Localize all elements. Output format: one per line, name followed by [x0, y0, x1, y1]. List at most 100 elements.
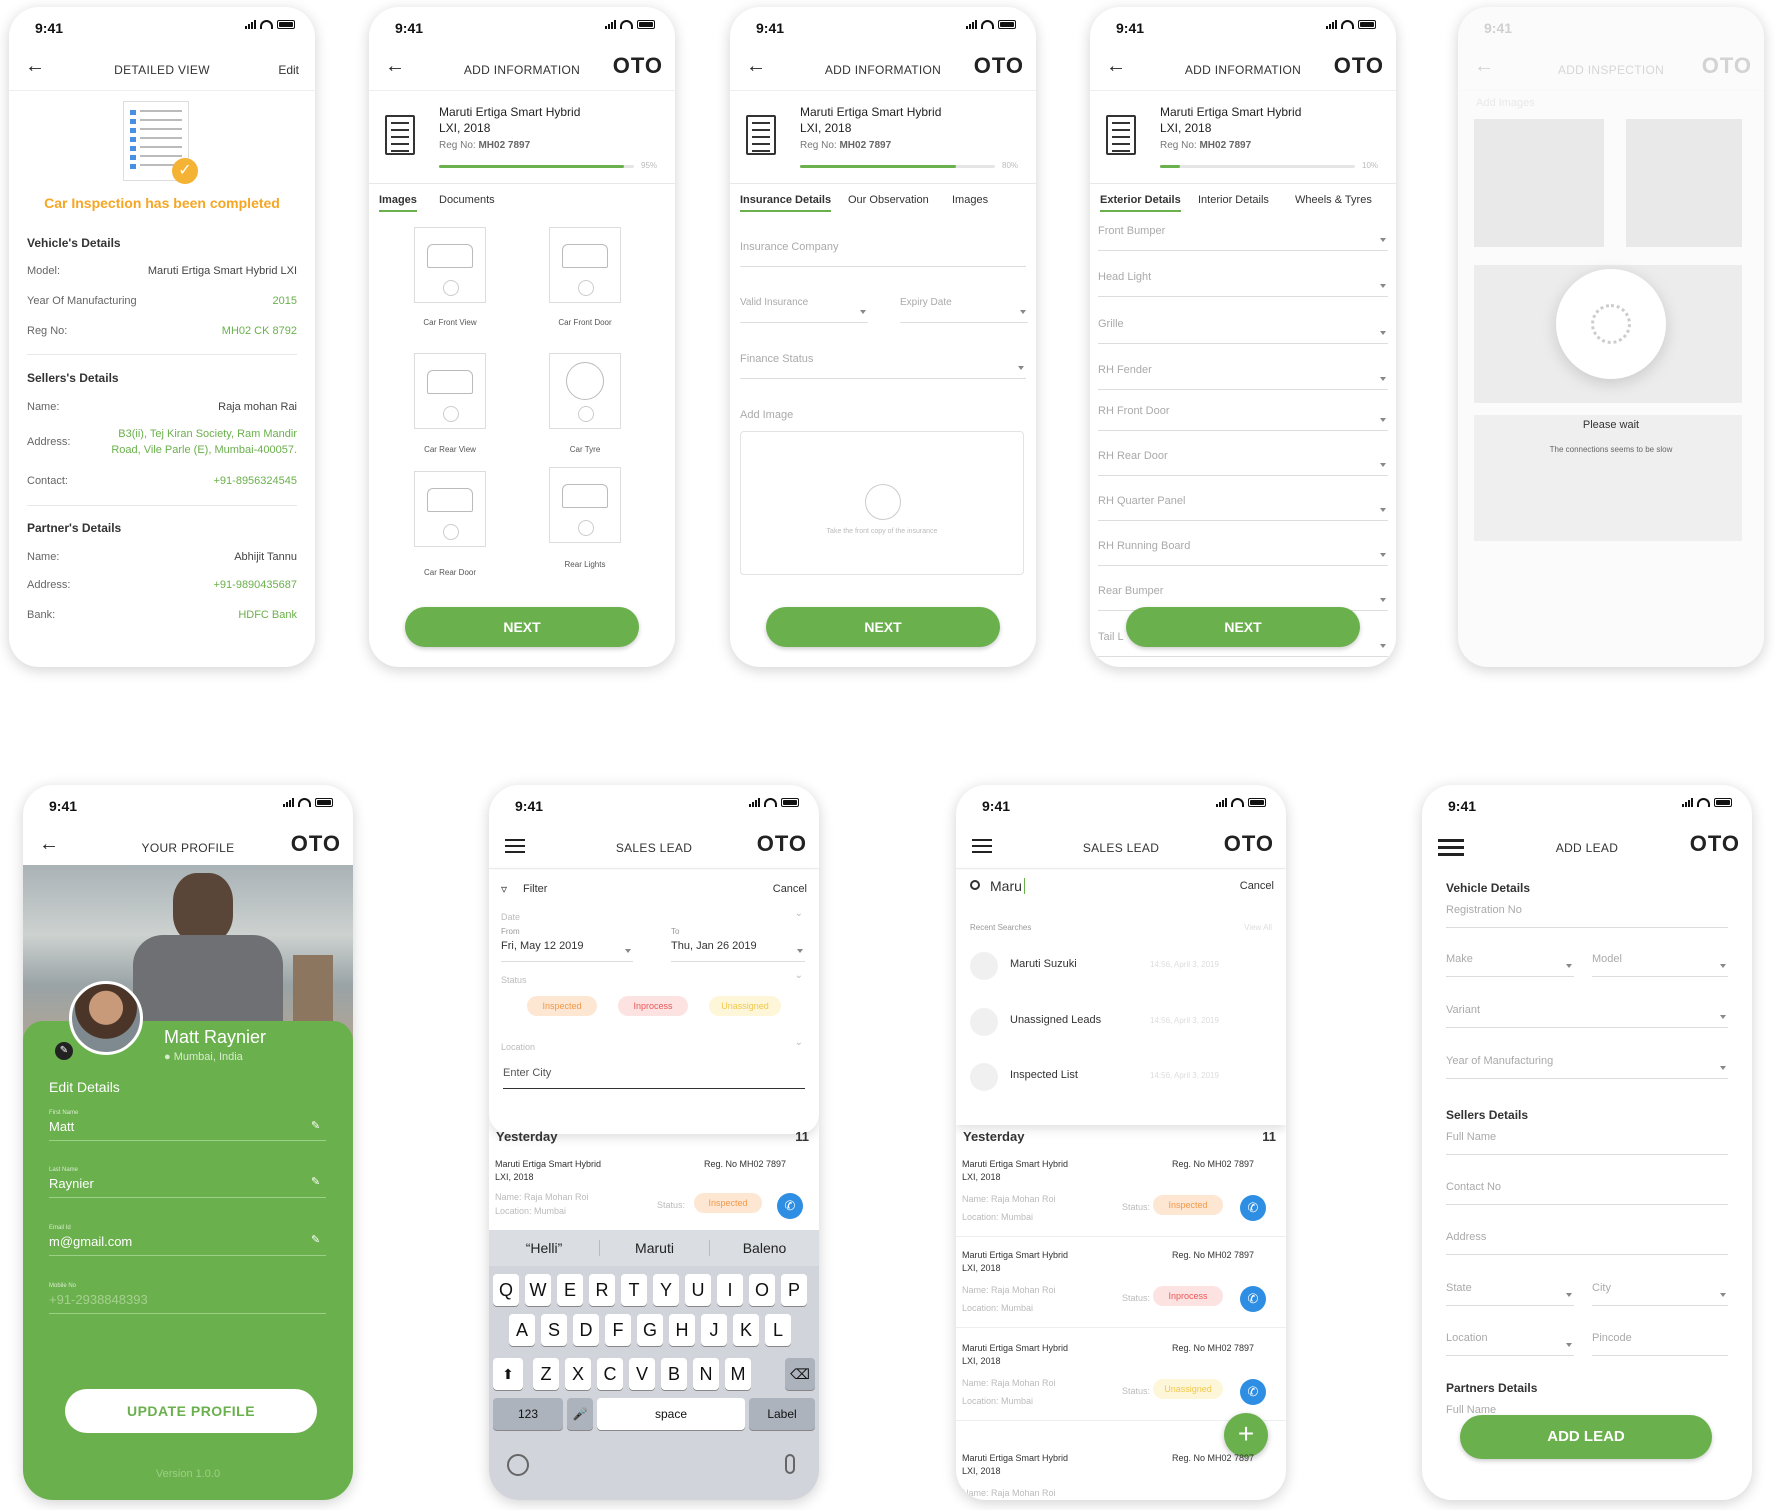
status-chip-unassigned[interactable]: Unassigned	[709, 996, 781, 1016]
add-lead-button[interactable]: ADD LEAD	[1460, 1415, 1712, 1459]
tab-documents[interactable]: Documents	[439, 194, 495, 206]
lead-card[interactable]: Maruti Ertiga Smart Hybrid LXI, 2018 Reg…	[956, 1151, 1286, 1237]
rh-fender-select[interactable]: RH Fender	[1098, 364, 1388, 390]
tab-exterior-details[interactable]: Exterior Details	[1100, 194, 1181, 212]
next-button[interactable]: NEXT	[1126, 607, 1360, 647]
key-x[interactable]: X	[565, 1358, 591, 1390]
label-key[interactable]: Label	[749, 1398, 815, 1430]
key-y[interactable]: Y	[653, 1274, 679, 1306]
grille-select[interactable]: Grille	[1098, 318, 1388, 344]
next-button[interactable]: NEXT	[405, 607, 639, 647]
key-v[interactable]: V	[629, 1358, 655, 1390]
mobile-input[interactable]: +91-2938848393	[49, 1292, 326, 1314]
chevron-down-icon[interactable]: ⌄	[795, 908, 803, 919]
pincode-input[interactable]: Pincode	[1592, 1332, 1728, 1356]
suggestion[interactable]: “Helli”	[489, 1240, 599, 1256]
lead-card[interactable]: Maruti Ertiga Smart Hybrid LXI, 2018 Reg…	[956, 1335, 1286, 1421]
city-input[interactable]: Enter City	[503, 1067, 805, 1089]
image-slot-car-rear-door[interactable]	[414, 471, 486, 547]
key-e[interactable]: E	[557, 1274, 583, 1306]
to-date-select[interactable]: Thu, Jan 26 2019	[671, 940, 805, 962]
make-select[interactable]: Make	[1446, 953, 1574, 977]
seller-full-name-input[interactable]: Full Name	[1446, 1131, 1728, 1155]
tab-images[interactable]: Images	[379, 194, 417, 212]
space-key[interactable]: space	[597, 1398, 745, 1430]
location-select[interactable]: Location	[1446, 1332, 1574, 1356]
key-u[interactable]: U	[685, 1274, 711, 1306]
microphone-key-icon[interactable]: 🎤	[567, 1398, 593, 1430]
seller-contact-value[interactable]: +91-8956324545	[214, 475, 298, 487]
status-chip-inprocess[interactable]: Inprocess	[618, 996, 688, 1016]
key-n[interactable]: N	[693, 1358, 719, 1390]
key-j[interactable]: J	[701, 1314, 727, 1346]
email-input[interactable]: m@gmail.com	[49, 1234, 326, 1256]
status-chip-inspected[interactable]: Inspected	[527, 996, 597, 1016]
chevron-down-icon[interactable]: ⌄	[795, 1037, 803, 1048]
key-t[interactable]: T	[621, 1274, 647, 1306]
key-s[interactable]: S	[541, 1314, 567, 1346]
rh-running-board-select[interactable]: RH Running Board	[1098, 540, 1388, 566]
pencil-icon[interactable]: ✎	[311, 1233, 320, 1246]
variant-select[interactable]: Variant	[1446, 1004, 1728, 1028]
key-o[interactable]: O	[749, 1274, 775, 1306]
rh-front-door-select[interactable]: RH Front Door	[1098, 405, 1388, 431]
cancel-button[interactable]: Cancel	[1240, 880, 1274, 892]
key-w[interactable]: W	[525, 1274, 551, 1306]
rh-quarter-panel-select[interactable]: RH Quarter Panel	[1098, 495, 1388, 521]
tab-interior-details[interactable]: Interior Details	[1198, 194, 1269, 206]
insurance-upload-box[interactable]: Take the front copy of the insurance	[740, 431, 1024, 575]
model-select[interactable]: Model	[1592, 953, 1728, 977]
phone-call-icon[interactable]: ✆	[1240, 1379, 1266, 1405]
search-input[interactable]: Maru	[990, 878, 1025, 894]
key-i[interactable]: I	[717, 1274, 743, 1306]
image-slot-car-front-view[interactable]	[414, 227, 486, 303]
phone-call-icon[interactable]: ✆	[777, 1193, 803, 1219]
suggestion[interactable]: Maruti	[599, 1240, 709, 1256]
key-g[interactable]: G	[637, 1314, 663, 1346]
image-slot-car-tyre[interactable]	[549, 353, 621, 429]
key-h[interactable]: H	[669, 1314, 695, 1346]
key-m[interactable]: M	[725, 1358, 751, 1390]
key-k[interactable]: K	[733, 1314, 759, 1346]
recent-search-item[interactable]: Maruti Suzuki 14:56, April 3, 2019	[970, 946, 1272, 986]
edit-avatar-icon[interactable]: ✎	[55, 1042, 73, 1060]
key-d[interactable]: D	[573, 1314, 599, 1346]
next-button[interactable]: NEXT	[766, 607, 1000, 647]
pencil-icon[interactable]: ✎	[311, 1119, 320, 1132]
key-l[interactable]: L	[765, 1314, 791, 1346]
key-p[interactable]: P	[781, 1274, 807, 1306]
key-q[interactable]: Q	[493, 1274, 519, 1306]
city-select[interactable]: City	[1592, 1282, 1728, 1306]
emoji-icon[interactable]	[507, 1454, 529, 1476]
suggestion[interactable]: Baleno	[709, 1240, 819, 1256]
chevron-down-icon[interactable]: ⌄	[795, 970, 803, 981]
lead-card[interactable]: Maruti Ertiga Smart Hybrid LXI, 2018 Reg…	[489, 1151, 819, 1221]
year-of-manufacturing-select[interactable]: Year of Manufacturing	[1446, 1055, 1728, 1079]
recent-search-item[interactable]: Unassigned Leads 14:56, April 3, 2019	[970, 1002, 1272, 1042]
key-a[interactable]: A	[509, 1314, 535, 1346]
recent-search-item[interactable]: Inspected List 14:56, April 3, 2019	[970, 1057, 1272, 1097]
edit-button[interactable]: Edit	[278, 63, 299, 77]
finance-status-select[interactable]: Finance Status	[740, 353, 1026, 379]
state-select[interactable]: State	[1446, 1282, 1574, 1306]
expiry-date-select[interactable]: Expiry Date	[900, 297, 1028, 323]
valid-insurance-select[interactable]: Valid Insurance	[740, 297, 868, 323]
view-all-link[interactable]: View All	[1244, 923, 1272, 932]
pencil-icon[interactable]: ✎	[311, 1175, 320, 1188]
key-c[interactable]: C	[597, 1358, 623, 1390]
phone-call-icon[interactable]: ✆	[1240, 1195, 1266, 1221]
cancel-button[interactable]: Cancel	[773, 883, 807, 895]
key-r[interactable]: R	[589, 1274, 615, 1306]
shift-key-icon[interactable]: ⬆	[493, 1358, 523, 1390]
key-z[interactable]: Z	[533, 1358, 559, 1390]
key-f[interactable]: F	[605, 1314, 631, 1346]
address-input[interactable]: Address	[1446, 1231, 1728, 1255]
head-light-select[interactable]: Head Light	[1098, 271, 1388, 297]
update-profile-button[interactable]: UPDATE PROFILE	[65, 1389, 317, 1433]
image-slot-car-front-door[interactable]	[549, 227, 621, 303]
from-date-select[interactable]: Fri, May 12 2019	[501, 940, 633, 962]
tab-wheels-tyres[interactable]: Wheels & Tyres	[1295, 194, 1372, 206]
insurance-company-field[interactable]: Insurance Company	[740, 241, 1026, 267]
tab-insurance-details[interactable]: Insurance Details	[740, 194, 832, 212]
tab-our-observation[interactable]: Our Observation	[848, 194, 929, 206]
